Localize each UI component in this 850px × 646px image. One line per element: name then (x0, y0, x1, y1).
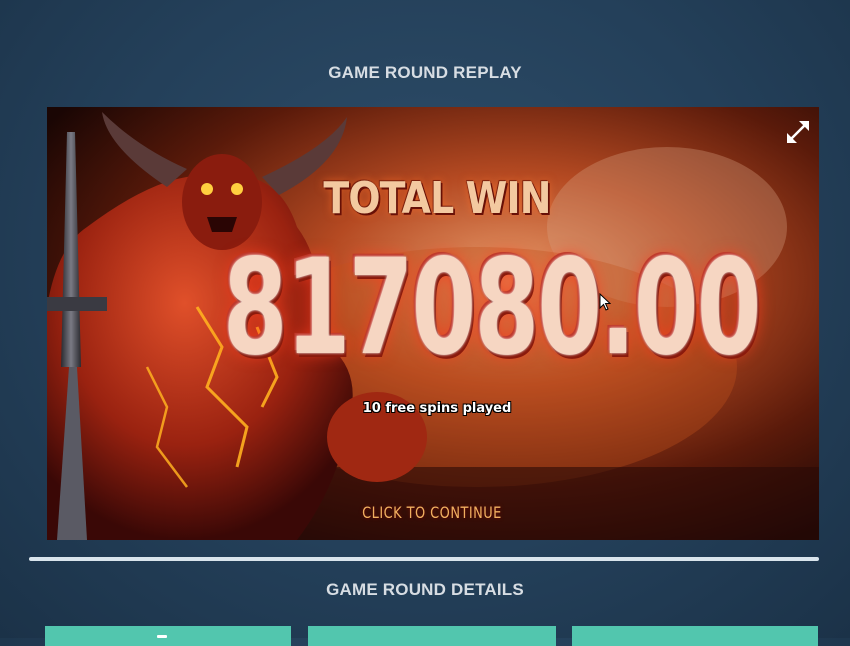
detail-card[interactable] (572, 626, 818, 646)
replay-section-title: GAME ROUND REPLAY (328, 63, 522, 82)
win-amount: 817080.00 (223, 231, 761, 385)
detail-card[interactable] (308, 626, 556, 646)
mouse-cursor-icon (599, 293, 611, 311)
section-divider (29, 557, 819, 561)
free-spins-info: 10 free spins played (362, 401, 512, 416)
detail-card[interactable] (45, 626, 291, 646)
total-win-heading: TOTAL WIN (323, 173, 551, 224)
details-section-title: GAME ROUND DETAILS (326, 580, 524, 599)
continue-button[interactable]: CLICK TO CONTINUE (351, 503, 513, 522)
fullscreen-icon[interactable] (783, 117, 813, 147)
game-replay-frame[interactable]: TOTAL WIN 817080.00 10 free spins played… (47, 107, 819, 540)
